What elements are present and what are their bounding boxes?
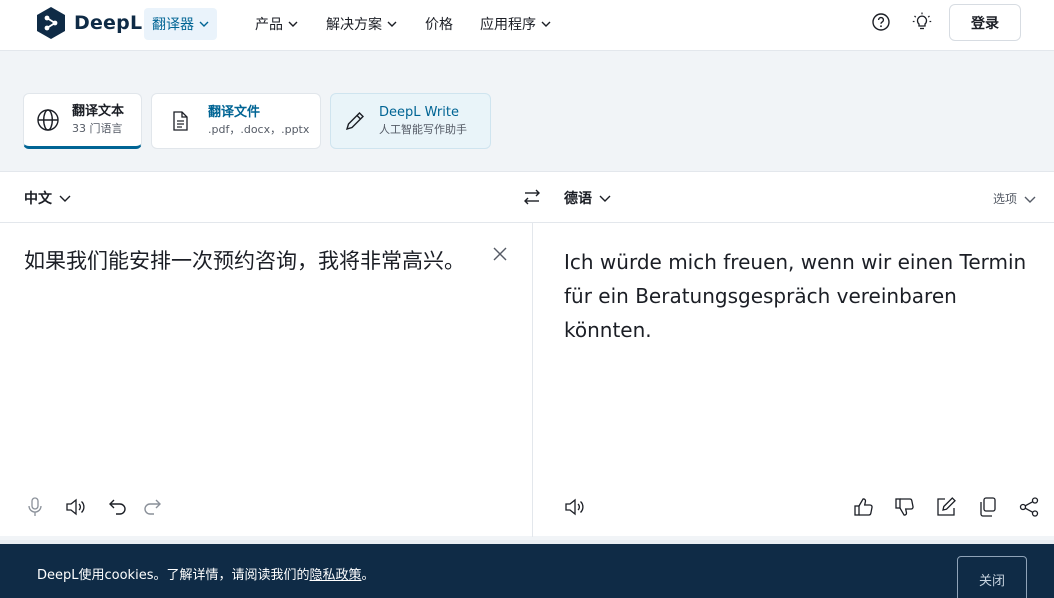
chevron-down-icon xyxy=(599,195,611,202)
share-icon[interactable] xyxy=(1018,496,1040,518)
brand-name: DeepL xyxy=(74,12,143,34)
source-language-select[interactable]: 中文 xyxy=(24,188,71,208)
nav-apps[interactable]: 应用程序 xyxy=(472,8,559,40)
nav-apps-label: 应用程序 xyxy=(480,17,536,33)
lightbulb-icon[interactable] xyxy=(912,12,932,32)
cookie-suffix: 。 xyxy=(361,568,375,583)
cookie-message: DeepL使用cookies。了解详情，请阅读我们的隐私政策。 xyxy=(37,564,375,583)
translator-panel: 中文 德语 选项 如果我们能安排一次预约咨询，我将非常高兴。 Ich würde… xyxy=(0,171,1054,537)
tab-title: 翻译文本 xyxy=(72,104,125,119)
cookie-banner: DeepL使用cookies。了解详情，请阅读我们的隐私政策。 关闭 xyxy=(0,540,1054,598)
tab-translate-text[interactable]: 翻译文本 33 门语言 xyxy=(23,93,142,149)
tab-subtitle: 33 门语言 xyxy=(72,122,123,135)
target-text-output[interactable]: Ich würde mich freuen, wenn wir einen Te… xyxy=(564,245,1040,347)
chevron-down-icon xyxy=(387,21,397,27)
source-text-input[interactable]: 如果我们能安排一次预约咨询，我将非常高兴。 xyxy=(24,245,474,278)
chevron-down-icon xyxy=(1024,196,1036,203)
nav-products-label: 产品 xyxy=(255,17,283,33)
nav-solutions-label: 解决方案 xyxy=(326,17,382,33)
panel-divider xyxy=(532,223,533,537)
nav-pricing[interactable]: 价格 xyxy=(417,8,461,40)
globe-icon xyxy=(37,109,59,131)
undo-icon[interactable] xyxy=(107,496,129,518)
microphone-icon[interactable] xyxy=(24,496,46,518)
document-icon xyxy=(173,111,188,131)
nav-translator-label: 翻译器 xyxy=(152,17,194,33)
chevron-down-icon xyxy=(541,21,551,27)
privacy-policy-link[interactable]: 隐私政策 xyxy=(309,568,361,583)
top-header: DeepL 翻译器 产品 解决方案 价格 应用程序 登录 xyxy=(0,0,1054,51)
nav-solutions[interactable]: 解决方案 xyxy=(318,8,405,40)
thumbs-up-icon[interactable] xyxy=(853,496,875,518)
tab-translate-files-labels: 翻译文件 .pdf，.docx，.pptx xyxy=(208,104,309,138)
speaker-icon[interactable] xyxy=(564,496,586,518)
target-language-label: 德语 xyxy=(564,191,592,207)
tab-deepl-write-labels: DeepL Write 人工智能写作助手 xyxy=(379,104,467,138)
pen-icon xyxy=(345,112,364,131)
close-icon[interactable] xyxy=(492,246,508,262)
language-bar: 中文 德语 选项 xyxy=(0,172,1054,223)
options-label: 选项 xyxy=(992,192,1017,206)
deepl-logo-icon xyxy=(37,7,65,39)
chevron-down-icon xyxy=(199,21,209,27)
login-button[interactable]: 登录 xyxy=(949,4,1021,41)
tab-translate-text-labels: 翻译文本 33 门语言 xyxy=(72,103,124,137)
tab-title: 翻译文件 xyxy=(208,105,261,120)
speaker-icon[interactable] xyxy=(65,496,87,518)
chevron-down-icon xyxy=(59,195,71,202)
cookie-text: DeepL使用cookies。了解详情，请阅读我们的 xyxy=(37,568,310,583)
tab-deepl-write[interactable]: DeepL Write 人工智能写作助手 xyxy=(330,93,491,149)
redo-icon[interactable] xyxy=(141,496,163,518)
options-dropdown[interactable]: 选项 xyxy=(993,190,1036,207)
chevron-down-icon xyxy=(288,21,298,27)
edit-icon[interactable] xyxy=(935,496,957,518)
copy-icon[interactable] xyxy=(977,496,999,518)
tab-translate-files[interactable]: 翻译文件 .pdf，.docx，.pptx xyxy=(151,93,321,149)
nav-translator[interactable]: 翻译器 xyxy=(144,8,217,40)
help-icon[interactable] xyxy=(871,12,891,32)
tab-subtitle: 人工智能写作助手 xyxy=(379,123,467,136)
thumbs-down-icon[interactable] xyxy=(894,496,916,518)
cookie-close-button[interactable]: 关闭 xyxy=(957,556,1027,598)
deepl-logo[interactable]: DeepL xyxy=(36,6,142,40)
nav-products[interactable]: 产品 xyxy=(247,8,306,40)
swap-languages-icon[interactable] xyxy=(522,187,542,207)
nav-pricing-label: 价格 xyxy=(425,17,453,33)
source-language-label: 中文 xyxy=(24,191,52,207)
target-language-select[interactable]: 德语 xyxy=(564,188,611,208)
tab-title: DeepL Write xyxy=(379,105,459,120)
tab-subtitle: .pdf，.docx，.pptx xyxy=(208,123,310,136)
